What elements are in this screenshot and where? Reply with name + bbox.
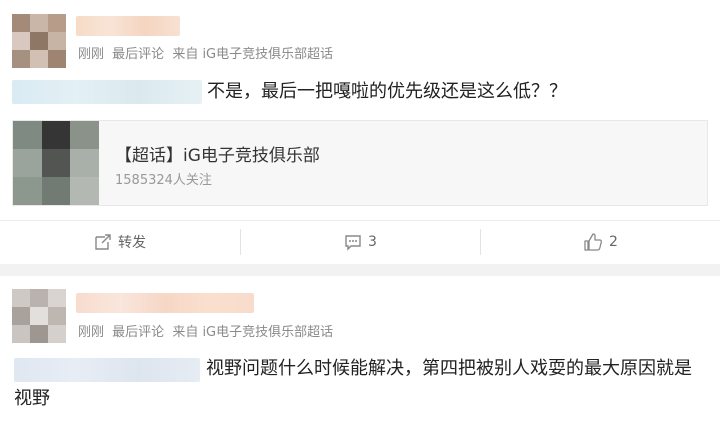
topic-thumbnail (13, 121, 99, 205)
comment-text: 不是，最后一把嘎啦的优先级还是这么低？？ (207, 81, 567, 102)
topic-followers: 1585324人关注 (115, 173, 212, 188)
post-type: 最后评论 (112, 47, 165, 62)
post-card: 刚刚 最后评论 来自 iG电子竞技俱乐部超话 视野问题什么时候能解决，第四把被别… (0, 276, 720, 427)
post-source[interactable]: 来自 iG电子竞技俱乐部超话 (172, 47, 333, 62)
mention-blur (12, 80, 202, 104)
comment-count: 3 (368, 234, 377, 250)
username[interactable] (76, 16, 180, 36)
repost-label: 转发 (118, 235, 146, 251)
comment-icon (345, 235, 361, 251)
action-bar: 转发 3 2 (0, 220, 720, 263)
timestamp: 刚刚 (78, 47, 105, 62)
post-card: 刚刚 最后评论 来自 iG电子竞技俱乐部超话 不是，最后一把嘎啦的优先级还是这么… (0, 0, 720, 264)
timestamp: 刚刚 (78, 325, 105, 340)
post-source[interactable]: 来自 iG电子竞技俱乐部超话 (172, 325, 333, 340)
avatar[interactable] (12, 14, 66, 68)
topic-title: 【超话】iG电子竞技俱乐部 (115, 146, 320, 166)
post-separator (0, 264, 720, 276)
repost-icon (95, 234, 111, 250)
post-type: 最后评论 (112, 325, 165, 340)
comment-text: 视野问题什么时候能解决，第四把被别人戏耍的最大原因就是视野 (14, 358, 692, 409)
post-meta: 刚刚 最后评论 来自 iG电子竞技俱乐部超话 (78, 321, 337, 340)
repost-button[interactable]: 转发 (0, 221, 240, 263)
avatar[interactable] (12, 289, 66, 343)
username[interactable] (76, 293, 254, 313)
like-count: 2 (609, 234, 618, 250)
comment-button[interactable]: 3 (241, 221, 480, 263)
post-meta: 刚刚 最后评论 来自 iG电子竞技俱乐部超话 (78, 43, 337, 62)
thumbs-up-icon (584, 233, 603, 251)
topic-card[interactable]: 【超话】iG电子竞技俱乐部 1585324人关注 (12, 120, 708, 206)
like-button[interactable]: 2 (481, 221, 720, 263)
